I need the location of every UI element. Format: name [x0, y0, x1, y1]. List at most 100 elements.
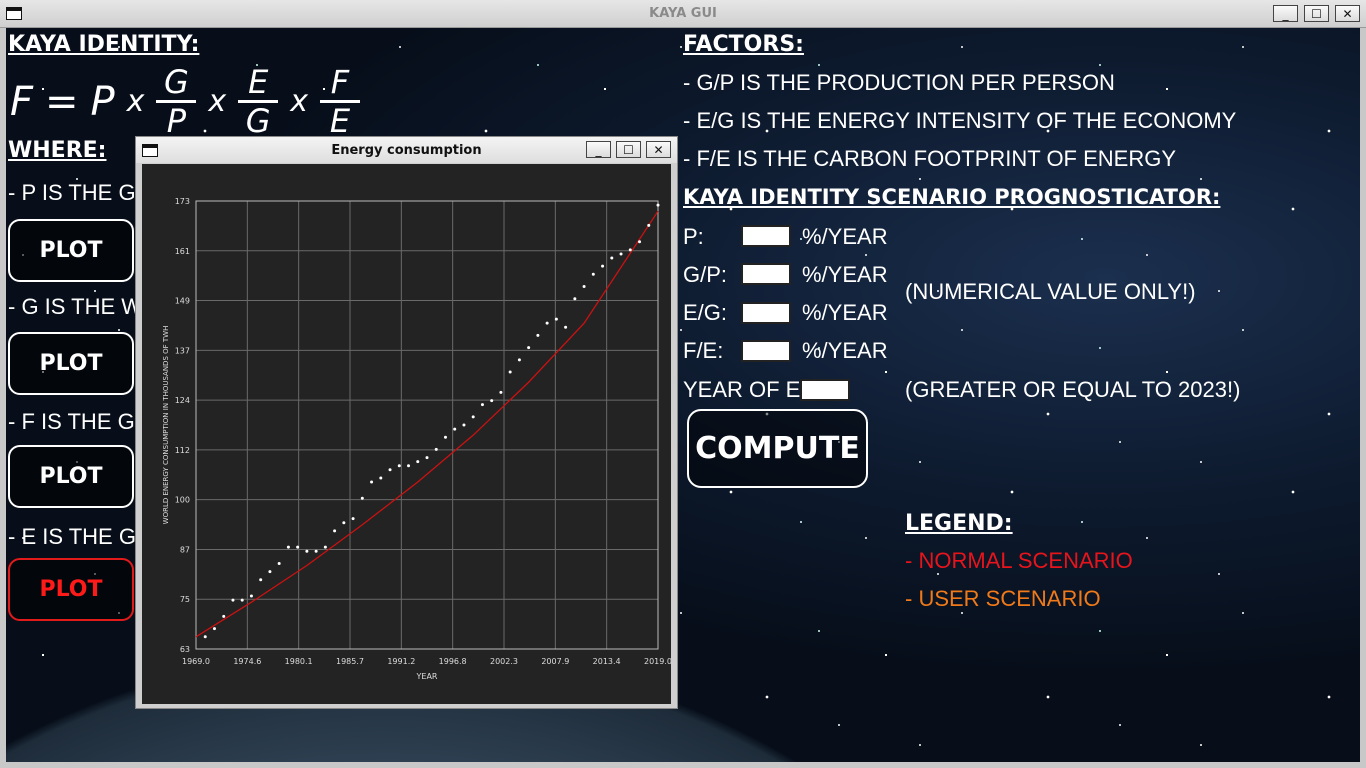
data-point: [277, 561, 281, 565]
y-tick-label: 63: [180, 645, 190, 654]
data-point: [564, 325, 568, 329]
kaya-formula: F = P x G P x E G x F E: [10, 66, 360, 137]
window-title: KAYA GUI: [649, 6, 717, 21]
data-point: [323, 545, 327, 549]
data-point: [305, 549, 309, 553]
data-point: [619, 252, 623, 256]
formula-p: P: [90, 78, 115, 125]
data-point: [601, 264, 605, 268]
main-titlebar: KAYA GUI _ ☐ ✕: [0, 0, 1366, 28]
factors-header: FACTORS:: [683, 32, 804, 57]
x-tick-label: 2013.4: [593, 657, 621, 666]
trend-line: [195, 210, 659, 638]
plot-p-button[interactable]: PLOT: [8, 219, 134, 282]
minimize-button[interactable]: _: [1273, 5, 1298, 22]
where-header: WHERE:: [8, 138, 107, 163]
data-point: [453, 427, 457, 431]
input-unit-fe: %/YEAR: [802, 338, 888, 363]
y-tick-label: 75: [180, 595, 190, 604]
maximize-button[interactable]: ☐: [1304, 5, 1329, 22]
data-point: [434, 447, 438, 451]
data-point: [314, 549, 318, 553]
input-label-eg: E/G:: [683, 300, 728, 325]
frac-num: E: [248, 63, 269, 101]
data-point: [240, 598, 244, 602]
data-point: [231, 598, 235, 602]
y-tick-label: 112: [175, 446, 190, 455]
plot-e-button[interactable]: PLOT: [8, 558, 134, 621]
data-point: [249, 594, 253, 598]
data-point: [407, 464, 411, 468]
data-point: [296, 545, 300, 549]
frac-den: E: [329, 102, 351, 140]
input-unit-gp: %/YEAR: [802, 262, 888, 287]
legend-user-scenario: - USER SCENARIO: [905, 586, 1101, 611]
y-axis-label: WORLD ENERGY CONSUMPTION IN THOUSANDS OF…: [162, 326, 170, 525]
year-note: (GREATER OR EQUAL TO 2023!): [905, 377, 1241, 402]
fe-rate-input[interactable]: [741, 340, 791, 362]
factor-gp: - G/P IS THE PRODUCTION PER PERSON: [683, 70, 1115, 95]
input-label-p: P:: [683, 224, 704, 249]
data-point: [545, 321, 549, 325]
input-unit-p: %/YEAR: [802, 224, 888, 249]
fraction-e-over-g: E G: [238, 63, 279, 140]
compute-button[interactable]: COMPUTE: [687, 409, 868, 488]
x-axis-label: YEAR: [416, 672, 438, 681]
data-point: [499, 390, 503, 394]
data-point: [462, 423, 466, 427]
plot-f-button[interactable]: PLOT: [8, 445, 134, 508]
x-tick-label: 1985.7: [336, 657, 364, 666]
p-rate-input[interactable]: [741, 225, 791, 247]
y-tick-label: 149: [175, 297, 190, 306]
chart-area: 1969.0 1974.6 1980.1 1985.7 1991.2 1996.8 2002…: [142, 164, 672, 704]
formula-times-1: x: [126, 84, 145, 119]
year-end-input[interactable]: [800, 379, 850, 401]
data-point: [536, 333, 540, 337]
chart-minimize-button[interactable]: _: [586, 141, 611, 158]
frac-den: P: [166, 102, 187, 140]
data-point: [656, 203, 660, 207]
prognosticator-header: KAYA IDENTITY SCENARIO PROGNOSTICATOR:: [683, 185, 1221, 209]
data-point: [573, 297, 577, 301]
y-tick-label: 173: [175, 197, 190, 206]
frac-den: G: [245, 102, 271, 140]
formula-times-3: x: [290, 84, 308, 119]
data-point: [638, 240, 642, 244]
chart-maximize-button[interactable]: ☐: [616, 141, 641, 158]
data-point: [591, 272, 595, 276]
x-tick-label: 1969.0: [182, 657, 210, 666]
frac-num: F: [330, 63, 350, 101]
eg-rate-input[interactable]: [741, 302, 791, 324]
data-point: [416, 460, 420, 464]
formula-equals: =: [45, 78, 79, 125]
data-point: [268, 570, 272, 574]
y-tick-label: 100: [175, 496, 190, 505]
data-point: [397, 464, 401, 468]
legend-normal-scenario: - NORMAL SCENARIO: [905, 548, 1133, 573]
gp-rate-input[interactable]: [741, 263, 791, 285]
data-point: [342, 521, 346, 525]
close-button[interactable]: ✕: [1335, 5, 1360, 22]
kaya-identity-header: KAYA IDENTITY:: [8, 32, 200, 57]
chart-close-button[interactable]: ✕: [646, 141, 671, 158]
data-point: [480, 403, 484, 407]
factor-fe: - F/E IS THE CARBON FOOTPRINT OF ENERGY: [683, 146, 1177, 171]
energy-consumption-window: Energy consumption _ ☐ ✕ 1969.0 1974.6 198…: [135, 136, 678, 709]
plot-g-button[interactable]: PLOT: [8, 332, 134, 395]
energy-chart: 1969.0 1974.6 1980.1 1985.7 1991.2 1996.8 2002…: [162, 197, 672, 681]
data-point: [425, 456, 429, 460]
formula-f: F: [10, 78, 34, 125]
data-point: [527, 346, 531, 350]
input-label-gp: G/P:: [683, 262, 728, 287]
data-point: [370, 480, 374, 484]
data-point: [610, 256, 614, 260]
chart-window-titlebar: Energy consumption _ ☐ ✕: [136, 137, 677, 163]
formula-times-2: x: [208, 84, 227, 119]
data-point: [554, 317, 558, 321]
y-tick-label: 161: [175, 247, 190, 256]
y-tick-label: 87: [180, 545, 190, 554]
data-point: [360, 496, 364, 500]
data-point: [333, 529, 337, 533]
y-tick-label: 124: [175, 396, 190, 405]
x-tick-label: 1974.6: [233, 657, 261, 666]
